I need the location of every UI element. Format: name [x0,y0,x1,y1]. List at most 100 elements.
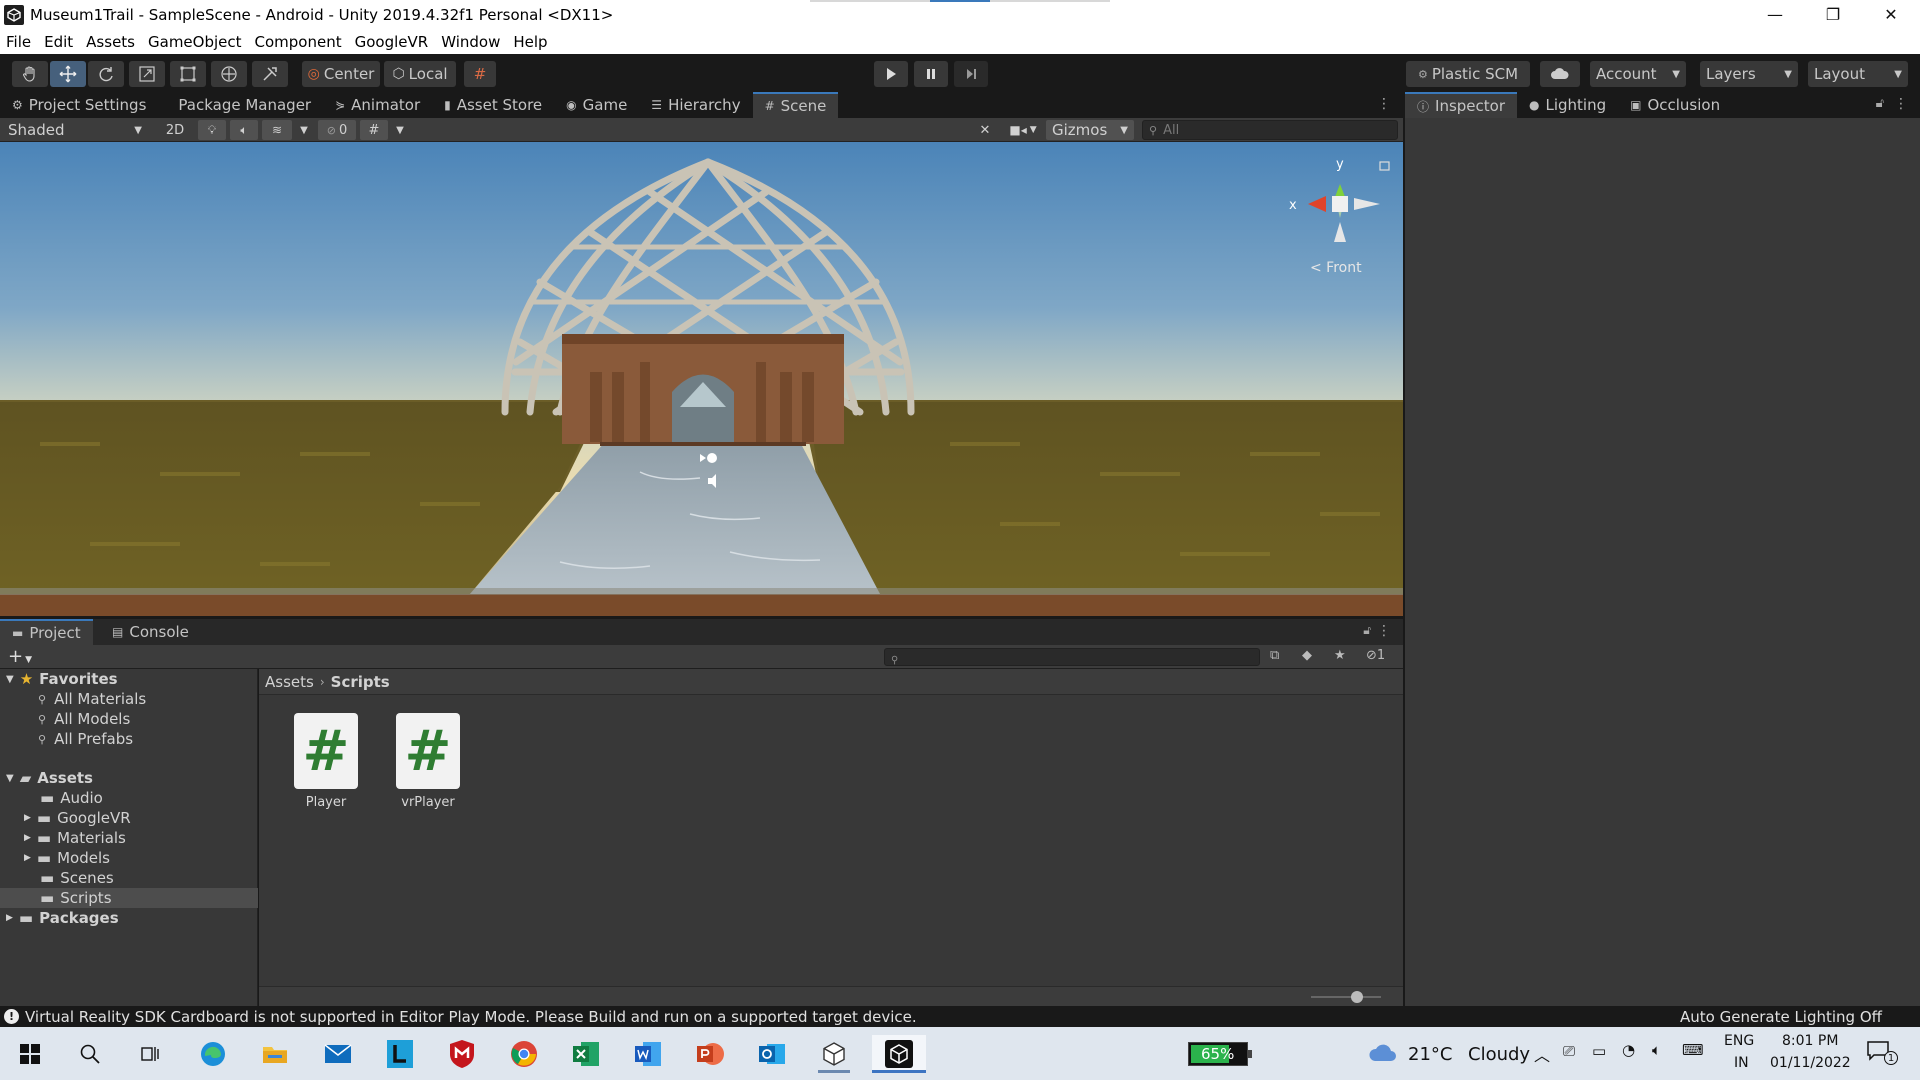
tree-assets[interactable]: ▼ ▰ Assets [0,768,258,788]
tab-package-manager[interactable]: Package Manager [158,92,323,118]
layout-dropdown[interactable]: Layout ▼ [1808,61,1908,87]
tree-folder-scripts[interactable]: ▬ Scripts [0,888,258,908]
lock-icon[interactable]: 🔓︎ [1363,623,1371,638]
notifications-button[interactable]: 1 [1866,1039,1900,1069]
menu-googlevr[interactable]: GoogleVR [355,33,429,51]
language-bottom[interactable]: IN [1734,1055,1749,1071]
menu-gameobject[interactable]: GameObject [148,33,242,51]
lighting-toggle[interactable]: 💡︎ [198,120,226,140]
scene-tools-button[interactable]: ✕ [970,120,1000,140]
edge-app-button[interactable] [193,1035,233,1073]
maximize-button[interactable]: ❐ [1804,0,1862,29]
battery-tray-icon[interactable]: ▭ [1592,1042,1606,1060]
unity-hub-app-button[interactable] [814,1035,854,1073]
task-view-button[interactable] [130,1035,170,1073]
tree-folder-audio[interactable]: ▬ Audio [0,788,258,808]
menu-component[interactable]: Component [255,33,342,51]
grid-dropdown[interactable]: ▼ [390,120,410,140]
tree-favorite-item[interactable]: ⚲ All Models [0,709,258,729]
breadcrumb-assets[interactable]: Assets [265,673,314,691]
file-explorer-button[interactable] [255,1035,295,1073]
layers-dropdown[interactable]: Layers ▼ [1700,61,1798,87]
menu-edit[interactable]: Edit [44,33,73,51]
tree-favorite-item[interactable]: ⚲ All Materials [0,689,258,709]
pivot-center-button[interactable]: ◎ Center [302,61,380,87]
tab-inspector[interactable]: ⓘ Inspector [1405,92,1517,118]
account-dropdown[interactable]: Account ▼ [1590,61,1686,87]
tab-occlusion[interactable]: ▣ Occlusion [1618,92,1732,118]
clock-time[interactable]: 8:01 PM [1782,1033,1838,1049]
keyboard-icon[interactable]: ⌨ [1682,1041,1704,1059]
create-button[interactable]: + ▼ [8,646,32,667]
menu-window[interactable]: Window [441,33,500,51]
move-tool-button[interactable] [50,61,86,87]
word-app-button[interactable] [628,1035,668,1073]
transform-tool-button[interactable] [211,61,247,87]
lock-icon[interactable]: 🔓︎ [1876,96,1884,111]
zoom-slider-thumb[interactable] [1351,991,1363,1003]
tree-folder-scenes[interactable]: ▬ Scenes [0,868,258,888]
tab-project[interactable]: ▬ Project [0,619,93,645]
tab-menu-icon[interactable]: ⋮ [1377,96,1391,112]
tab-animator[interactable]: ⋟ Animator [323,92,432,118]
search-button[interactable] [70,1035,110,1073]
unity-editor-app-button[interactable] [872,1035,926,1073]
search-by-label-icon[interactable]: ◆ [1302,648,1312,663]
asset-player-script[interactable]: # Player [281,713,371,810]
weather-desc[interactable]: Cloudy [1468,1044,1530,1065]
scale-tool-button[interactable] [129,61,165,87]
tab-game[interactable]: ◉ Game [554,92,639,118]
plastic-scm-button[interactable]: ⚙ Plastic SCM [1406,61,1530,87]
gizmos-dropdown[interactable]: Gizmos ▼ [1046,120,1134,140]
pause-button[interactable] [914,61,948,87]
language-top[interactable]: ENG [1724,1033,1754,1049]
cloud-button[interactable] [1540,61,1580,87]
status-message[interactable]: Virtual Reality SDK Cardboard is not sup… [25,1008,917,1026]
breadcrumb-scripts[interactable]: Scripts [331,673,390,691]
tree-favorite-item[interactable]: ⚲ All Prefabs [0,729,258,749]
powerpoint-app-button[interactable] [690,1035,730,1073]
battery-widget[interactable]: 65% [1188,1042,1252,1066]
tab-project-settings[interactable]: ⚙ Project Settings [0,92,158,118]
hidden-packages-toggle[interactable]: ⊘1 [1366,648,1385,663]
project-search-field[interactable]: ⚲ [884,648,1260,666]
tab-menu-icon[interactable]: ⋮ [1377,623,1391,639]
outlook-app-button[interactable] [752,1035,792,1073]
tree-folder-googlevr[interactable]: ▶ ▬ GoogleVR [0,808,258,828]
menu-file[interactable]: File [6,33,31,51]
step-button[interactable] [954,61,988,87]
start-button[interactable] [10,1035,50,1073]
play-button[interactable] [874,61,908,87]
2d-toggle[interactable]: 2D [158,120,192,140]
camera-dropdown[interactable]: ■◂ ▼ [1004,120,1042,140]
volume-icon[interactable]: 🔈︎ [1652,1041,1661,1059]
zoom-slider-track[interactable] [1311,996,1381,998]
excel-app-button[interactable] [566,1035,606,1073]
scene-viewport[interactable]: y x < Front [0,142,1403,616]
custom-tool-button[interactable] [252,61,288,87]
menu-help[interactable]: Help [513,33,547,51]
tree-folder-materials[interactable]: ▶ ▬ Materials [0,828,258,848]
tab-scene[interactable]: # Scene [752,92,839,118]
tab-asset-store[interactable]: ▮ Asset Store [432,92,554,118]
favorite-star-icon[interactable]: ★ [1334,648,1346,663]
draw-mode-dropdown[interactable]: Shaded ▼ [2,120,148,140]
tab-lighting[interactable]: ● Lighting [1517,92,1618,118]
show-hidden-icons-chevron-icon[interactable]: ︿ [1534,1042,1550,1066]
audio-toggle[interactable]: 🔈︎ [230,120,258,140]
clock-date[interactable]: 01/11/2022 [1770,1055,1851,1071]
grid-toggle[interactable]: # [360,120,388,140]
effects-toggle[interactable]: ≋ [262,120,292,140]
scene-search-field[interactable]: ⚲ All [1142,120,1398,140]
mcafee-app-button[interactable] [442,1035,482,1073]
hidden-objects-toggle[interactable]: ⊘ 0 [318,120,356,140]
close-button[interactable]: ✕ [1862,0,1920,29]
tab-console[interactable]: ▤ Console [100,619,201,645]
l-app-button[interactable] [380,1035,420,1073]
pivot-space-button[interactable]: ⬡ Local [384,61,456,87]
wifi-icon[interactable]: ◔ [1622,1041,1635,1059]
chrome-app-button[interactable] [504,1035,544,1073]
minimize-button[interactable]: — [1746,0,1804,29]
weather-icon[interactable] [1368,1041,1398,1067]
menu-assets[interactable]: Assets [86,33,135,51]
